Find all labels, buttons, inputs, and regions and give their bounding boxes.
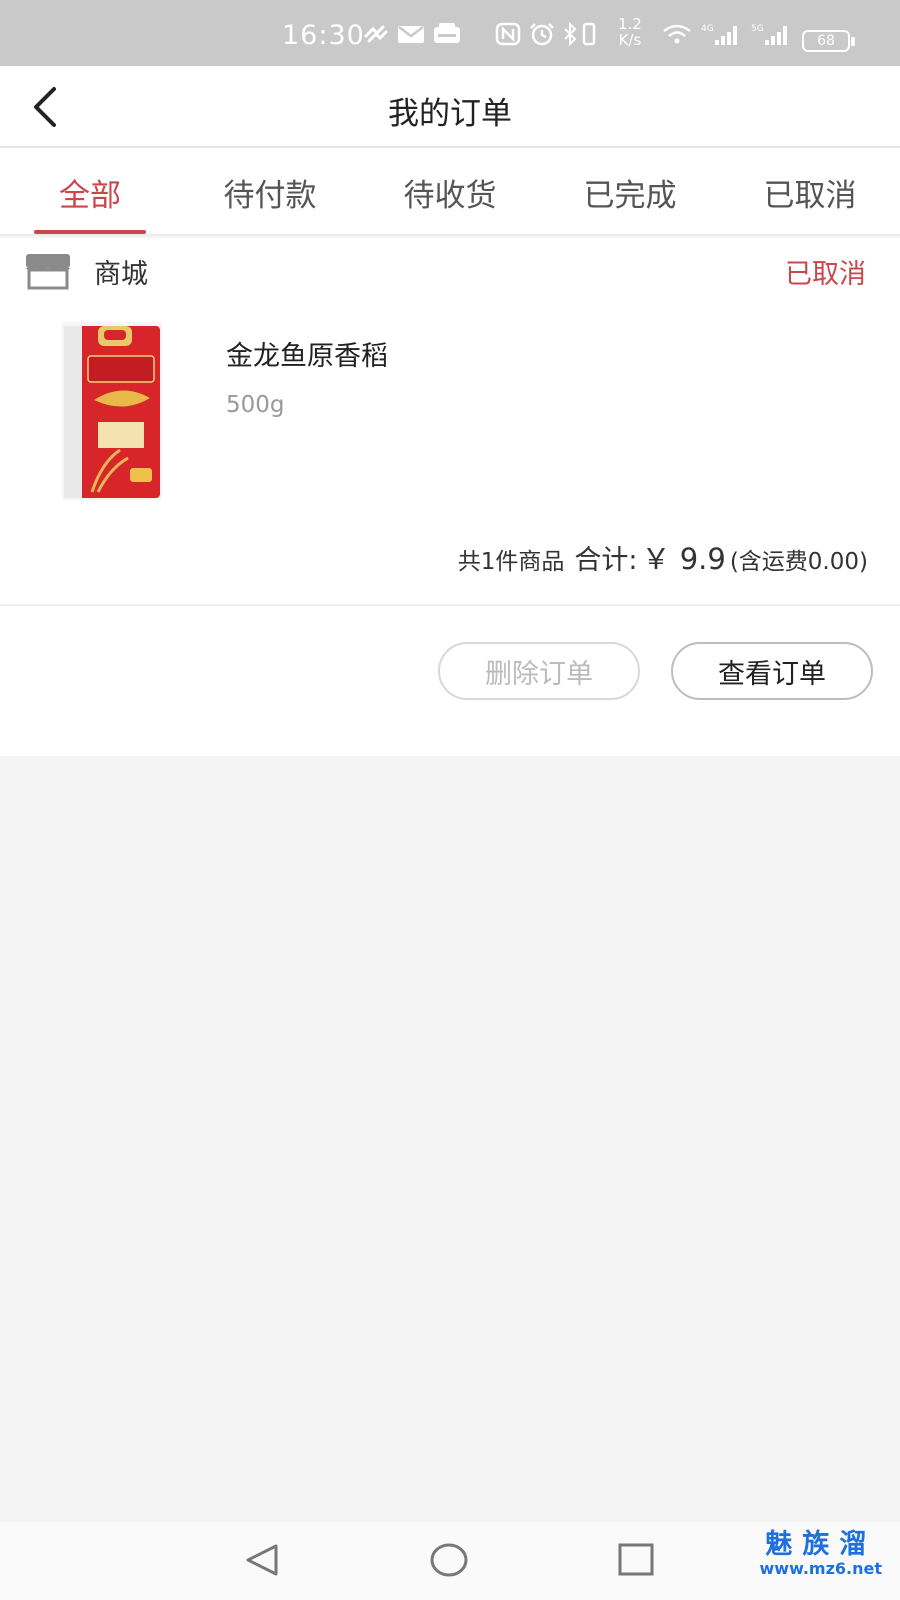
shipping-fee: (含运费0.00): [729, 549, 868, 575]
rice-bag-image: [62, 322, 162, 500]
watermark: 魅族溜 www.mz6.net: [760, 1530, 882, 1578]
wifi-icon: [660, 22, 694, 46]
status-bar: 16:30 1.2 K/s 4G 5G 68: [0, 0, 900, 66]
tab-completed[interactable]: 已完成: [540, 148, 720, 234]
link-icon: [362, 22, 390, 46]
total-value: ￥ 9.9: [641, 542, 726, 576]
circle-home-icon: [430, 1543, 468, 1577]
svg-text:4G: 4G: [701, 24, 714, 34]
nav-back-button[interactable]: [240, 1540, 284, 1580]
item-count: 共1件商品: [457, 549, 565, 575]
battery-icon: 68: [802, 30, 855, 52]
tab-label: 已取消: [763, 178, 857, 214]
nav-recents-button[interactable]: [614, 1540, 658, 1580]
store-name: 商城: [94, 259, 148, 290]
app-header: 我的订单: [0, 66, 900, 148]
triangle-back-icon: [246, 1544, 278, 1576]
watermark-title: 魅族溜: [765, 1529, 877, 1560]
store-row: 商城 已取消: [0, 238, 900, 302]
view-order-button[interactable]: 查看订单: [671, 642, 873, 700]
order-summary: 共1件商品 合计: ￥ 9.9 (含运费0.00): [458, 536, 868, 578]
svg-text:5G: 5G: [751, 24, 764, 34]
tab-pending-receipt[interactable]: 待收货: [360, 148, 540, 234]
message-icon: [432, 22, 462, 46]
alarm-icon: [528, 22, 556, 46]
tab-pending-payment[interactable]: 待付款: [180, 148, 360, 234]
total-label: 合计:: [574, 545, 638, 576]
mail-icon: [396, 22, 426, 46]
bluetooth-icon: [562, 22, 578, 46]
signal-4g-icon: 4G: [700, 22, 744, 46]
system-nav-bar: 魅族溜 www.mz6.net: [0, 1522, 900, 1600]
network-speed-value: 1.2: [618, 15, 642, 33]
battery-level: 68: [817, 33, 835, 49]
tab-label: 待收货: [403, 178, 497, 214]
nav-home-button[interactable]: [427, 1540, 471, 1580]
tab-label: 已完成: [583, 178, 677, 214]
product-spec: 500g: [226, 392, 285, 418]
store-icon: [26, 254, 70, 290]
nfc-icon: [494, 22, 522, 46]
tab-cancelled[interactable]: 已取消: [720, 148, 900, 234]
product-image[interactable]: [62, 322, 162, 500]
divider: [0, 604, 900, 606]
status-time: 16:30: [282, 20, 365, 51]
network-speed-unit: K/s: [618, 31, 642, 49]
watermark-url: www.mz6.net: [759, 1559, 882, 1578]
order-tabs: 全部 待付款 待收货 已完成 已取消: [0, 148, 900, 236]
active-tab-indicator: [34, 230, 146, 234]
tab-all[interactable]: 全部: [0, 148, 180, 234]
order-card[interactable]: 商城 已取消 金龙鱼原香稻 500g 共1件商品 合计: ￥ 9.9 (含运费0…: [0, 238, 900, 756]
product-name: 金龙鱼原香稻: [226, 341, 388, 372]
tab-label: 全部: [59, 178, 121, 214]
page-title: 我的订单: [388, 96, 512, 132]
network-speed: 1.2 K/s: [618, 16, 642, 48]
order-status: 已取消: [785, 259, 866, 290]
vibrate-icon: [580, 22, 598, 46]
tab-label: 待付款: [223, 178, 317, 214]
delete-order-button[interactable]: 删除订单: [438, 642, 640, 700]
square-recents-icon: [618, 1543, 654, 1576]
signal-5g-icon: 5G: [750, 22, 794, 46]
